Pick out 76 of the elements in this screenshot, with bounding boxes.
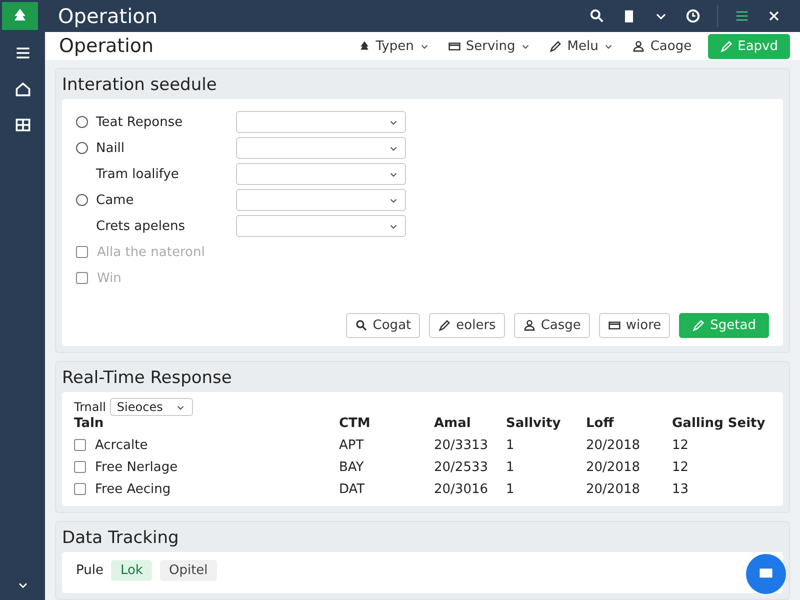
column-header: Sallvity [506,416,562,433]
user-icon [522,319,536,332]
table-cell: Acrcalte [95,438,148,452]
table-cell-text: 20/2018 [586,458,642,476]
field-label: Tram loalifye [96,166,180,182]
filter-chip[interactable]: Opitel [160,560,217,581]
card-icon [448,40,461,52]
column-header: Taln [74,416,105,433]
toolbar-button[interactable]: Typen [356,34,432,58]
checkbox[interactable] [76,272,88,284]
table-cell-text: 1 [506,480,516,498]
home-icon[interactable] [14,80,32,98]
radio-button[interactable] [76,142,88,154]
toolbar-button[interactable]: Caoge [630,34,694,58]
table-cell-text: BAY [339,458,365,476]
page-title: Operation [59,35,155,57]
table-cell-text: 1 [506,458,516,476]
search-icon [354,319,368,332]
tree-icon [358,40,371,52]
user-icon [632,40,646,52]
radio-button[interactable] [76,116,88,128]
table-cell-text: 13 [672,480,690,498]
filter-value: Sieoces [116,400,163,414]
action-button[interactable]: eolers [429,313,505,338]
table-cell-text: 1 [506,436,516,454]
toolbar-button[interactable]: Serving [446,34,534,58]
checkbox[interactable] [74,483,86,495]
panel-title: Interation seedule [61,74,218,97]
pen-icon [692,319,706,332]
field-label: Teat Reponse [96,114,184,130]
checkbox[interactable] [76,246,88,258]
filter-chip[interactable]: Lok [111,560,152,581]
column-header: Amal [434,416,472,433]
table-cell-text: 20/2018 [586,480,642,498]
table-cell-text: APT [339,436,365,454]
window-title: Operation [58,4,159,28]
filter-label: Trnall [74,400,106,414]
action-button[interactable]: Cogat [346,313,420,338]
column-header: CTM [339,416,372,433]
toolbar-button[interactable]: Melu [547,34,616,58]
table-cell-text: 12 [672,458,690,476]
panel-title: Real-Time Response [61,367,233,390]
clock-icon[interactable] [685,8,701,24]
table-cell-text: 20/3016 [434,480,490,498]
field-label: Alla the nateronl [97,244,205,260]
table-cell: Free Aecing [95,482,171,496]
dropdown-field[interactable] [236,137,406,159]
dropdown-field[interactable] [236,111,406,133]
table-cell-text: 20/2018 [586,436,642,454]
field-label: Naill [96,140,126,156]
dropdown-field[interactable] [236,215,406,237]
card-icon [608,319,621,332]
pen-icon [438,319,452,332]
table-cell-text: 20/2533 [434,458,490,476]
checkbox[interactable] [74,439,86,451]
pen-icon [720,40,733,52]
column-header: Loff [586,416,615,433]
table-cell: Free Nerlage [95,460,178,474]
dropdown-field[interactable] [236,163,406,185]
table-cell-text: 20/3313 [434,436,490,454]
dropdown-field[interactable] [236,189,406,211]
chip-label[interactable]: Pule [76,560,104,581]
field-label: Win [97,270,122,286]
action-button[interactable]: wiore [598,313,670,338]
pen-icon [549,40,562,52]
action-button[interactable]: Casge [514,313,590,338]
table-cell-text: 12 [672,436,690,454]
radio-button[interactable] [76,194,88,206]
field-label: Came [96,192,135,208]
checkbox[interactable] [74,461,86,473]
filter-dropdown[interactable]: Sieoces [110,398,193,416]
panel-title: Data Tracking [61,527,180,550]
table-cell-text: DAT [339,480,366,498]
search-icon[interactable] [589,8,605,24]
field-label: Crets apelens [96,218,186,234]
column-header: Galling Seity [672,416,766,433]
